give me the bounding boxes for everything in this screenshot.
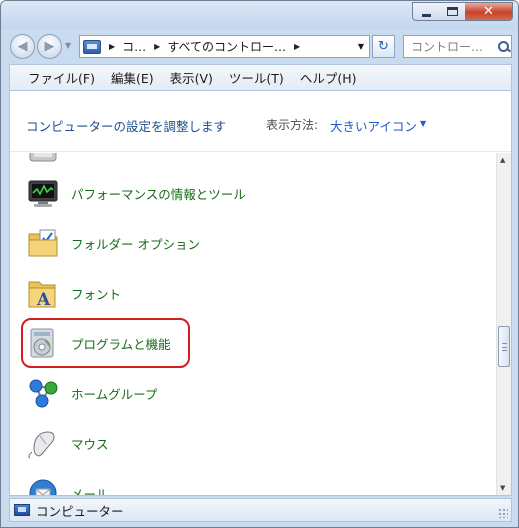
control-panel-icon [83,39,101,54]
status-text: コンピューター [36,503,124,519]
breadcrumb-separator-icon[interactable]: ▶ [109,42,115,51]
list-item-label[interactable]: ホームグループ [71,384,157,403]
back-arrow-icon: ◀ [17,39,28,54]
list-item-performance[interactable]: パフォーマンスの情報とツール [10,168,490,214]
mouse-icon [28,431,55,459]
forward-button[interactable]: ▶ [37,34,62,59]
menu-bar: ファイル(F) 編集(E) 表示(V) ツール(T) ヘルプ(H) [9,64,512,90]
list-item-homegroup[interactable]: ホームグループ [10,368,490,414]
homegroup-icon [29,379,58,408]
list-item-mail[interactable]: メール [10,468,490,495]
control-panel-window: ✕ ◀ ▶ ▼ ▶ コ… ▶ すべてのコントロー… ▶ ▼ ↻ ファイル(F) … [0,0,519,528]
menu-help[interactable]: ヘルプ(H) [300,68,357,87]
scroll-thumb[interactable] [498,326,510,367]
list-item-label[interactable]: フォルダー オプション [71,234,200,253]
breadcrumb-separator-icon[interactable]: ▶ [294,42,300,51]
address-bar[interactable]: ▶ コ… ▶ すべてのコントロー… ▶ ▼ [79,35,370,58]
partial-icon [29,153,57,162]
back-button[interactable]: ◀ [10,34,35,59]
menu-tools[interactable]: ツール(T) [229,68,284,87]
list-item-fonts[interactable]: A フォント [10,268,490,314]
computer-icon [14,504,30,516]
close-icon: ✕ [483,4,494,19]
recent-pages-dropdown-icon[interactable]: ▼ [65,41,71,50]
list-item-folder-options[interactable]: フォルダー オプション [10,218,490,264]
highlight-annotation [21,318,190,368]
page-title: コンピューターの設定を調整します [26,119,227,134]
resize-grip-icon[interactable] [498,508,508,518]
breadcrumb-separator-icon[interactable]: ▶ [154,42,160,51]
list-item-mouse[interactable]: マウス [10,418,490,464]
breadcrumb-all-items[interactable]: すべてのコントロー… [167,38,286,55]
vertical-scrollbar[interactable]: ▲ ▼ [496,153,511,495]
search-box[interactable] [403,35,512,58]
list-item-label[interactable]: マウス [71,434,109,453]
mail-icon [29,479,57,495]
chevron-down-icon[interactable]: ▼ [420,119,426,128]
menu-edit[interactable]: 編集(E) [111,68,154,87]
search-input[interactable] [411,39,497,54]
menu-file[interactable]: ファイル(F) [28,68,95,87]
navigation-bar: ◀ ▶ ▼ ▶ コ… ▶ すべてのコントロー… ▶ ▼ ↻ [1,31,518,61]
performance-monitor-icon [28,180,58,207]
status-bar: コンピューター [9,498,512,522]
list-item-label[interactable]: パフォーマンスの情報とツール [71,184,246,203]
minimize-icon [421,13,431,17]
menu-view[interactable]: 表示(V) [170,68,213,87]
refresh-icon: ↻ [378,39,389,54]
forward-arrow-icon: ▶ [44,39,55,54]
control-panel-items: パフォーマンスの情報とツール フォルダー オプション A フォント プログラムと… [10,153,497,495]
minimize-button[interactable] [412,2,440,21]
list-item-label[interactable]: メール [71,484,109,495]
address-dropdown-icon[interactable]: ▼ [358,42,364,51]
search-icon[interactable] [497,40,511,54]
scroll-down-icon[interactable]: ▼ [500,484,505,492]
view-by-dropdown[interactable]: 大きいアイコン [330,116,417,135]
view-by-label: 表示方法: [266,118,319,132]
folder-options-icon [28,229,58,257]
grip-icon [502,343,507,351]
scroll-up-icon[interactable]: ▲ [500,156,505,164]
list-item-label[interactable]: フォント [71,284,121,303]
fonts-folder-icon: A [28,281,56,310]
maximize-button[interactable] [439,2,466,21]
svg-text:A: A [36,290,51,310]
maximize-icon [446,7,458,16]
breadcrumb-control-panel[interactable]: コ… [122,38,146,55]
content-pane: コンピューターの設定を調整します 表示方法: 大きいアイコン ▼ パフォーマンス… [9,90,512,496]
content-header: コンピューターの設定を調整します 表示方法: 大きいアイコン ▼ [10,91,511,152]
refresh-button[interactable]: ↻ [372,35,395,58]
list-item-partial[interactable] [10,153,490,169]
title-bar[interactable]: ✕ [1,1,518,29]
close-button[interactable]: ✕ [465,2,513,21]
